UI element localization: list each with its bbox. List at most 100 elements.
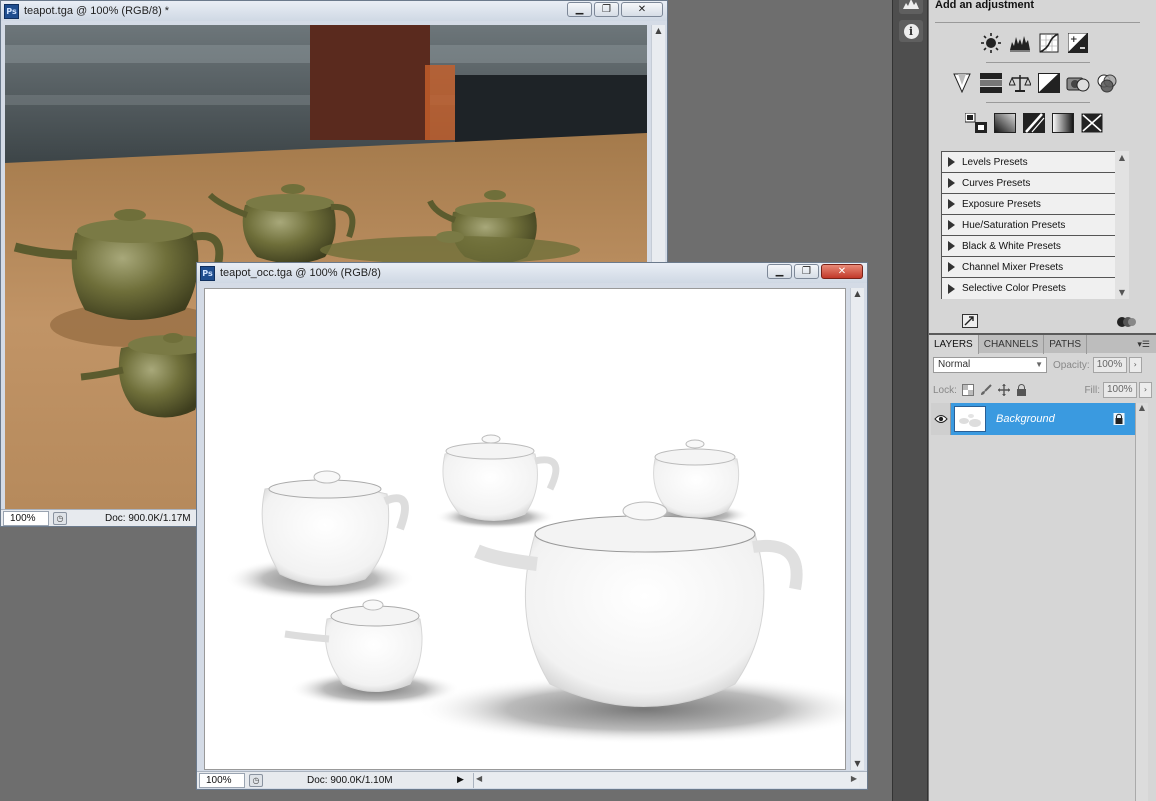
layer-name: Background: [996, 413, 1055, 425]
zoom-field[interactable]: 100%: [3, 510, 49, 526]
close-button[interactable]: ✕: [621, 2, 663, 17]
info-icon: i: [903, 23, 919, 39]
scroll-down-icon[interactable]: ▼: [1115, 288, 1129, 297]
scroll-up-icon[interactable]: ▲: [652, 25, 665, 37]
lock-label: Lock:: [933, 384, 957, 396]
eye-icon: [933, 415, 948, 423]
preset-label: Black & White Presets: [962, 240, 1061, 252]
fill-field[interactable]: 100%: [1103, 382, 1137, 398]
posterize-icon[interactable]: [993, 112, 1017, 134]
fill-label: Fill:: [1084, 384, 1100, 396]
gradient-map-icon[interactable]: [1051, 112, 1075, 134]
scroll-up-icon[interactable]: ▲: [851, 288, 864, 300]
scroll-down-icon[interactable]: ▼: [851, 758, 864, 770]
adjustments-title: Add an adjustment: [935, 0, 1035, 11]
expand-triangle-icon: [948, 157, 955, 167]
status-clock-icon[interactable]: ◷: [249, 773, 263, 787]
scroll-up-icon[interactable]: ▲: [1136, 403, 1148, 412]
adjustment-row-3: [964, 112, 1104, 134]
layer-row-background[interactable]: Background: [931, 403, 1135, 435]
close-button[interactable]: ✕: [821, 264, 863, 279]
vibrance-icon[interactable]: [950, 72, 974, 94]
status-menu-arrow-icon[interactable]: ▶: [457, 775, 469, 785]
document-window-teapot-occ[interactable]: Ps teapot_occ.tga @ 100% (RGB/8) ▁ ❐ ✕ ▲…: [196, 262, 868, 790]
tab-layers[interactable]: LAYERS: [929, 335, 979, 354]
histogram-panel-button[interactable]: [899, 0, 923, 14]
adjustments-footer: [929, 312, 1156, 332]
expand-triangle-icon: [948, 262, 955, 272]
threshold-icon[interactable]: [1022, 112, 1046, 134]
layer-item[interactable]: Background: [951, 403, 1135, 435]
levels-icon[interactable]: [1008, 32, 1032, 54]
restore-button[interactable]: ❐: [794, 264, 819, 279]
preset-label: Hue/Saturation Presets: [962, 219, 1066, 231]
preset-hue-saturation[interactable]: Hue/Saturation Presets: [942, 215, 1126, 236]
opacity-field[interactable]: 100%: [1092, 357, 1127, 373]
preset-channel-mixer[interactable]: Channel Mixer Presets: [942, 257, 1126, 278]
lock-position-move-icon[interactable]: [997, 383, 1011, 397]
window-title: teapot_occ.tga @ 100% (RGB/8): [220, 267, 381, 279]
document-canvas[interactable]: [204, 288, 846, 770]
horizontal-scrollbar[interactable]: ◀ ▶: [473, 772, 859, 788]
presets-scrollbar[interactable]: ▲ ▼: [1115, 151, 1129, 299]
minimize-button[interactable]: ▁: [767, 264, 792, 279]
preset-label: Channel Mixer Presets: [962, 261, 1064, 273]
blend-options-row: Normal ▼ Opacity: 100% ›: [933, 356, 1152, 374]
layers-scrollbar[interactable]: ▲: [1135, 403, 1148, 801]
divider: [986, 62, 1090, 63]
restore-button[interactable]: ❐: [594, 2, 619, 17]
status-clock-icon[interactable]: ◷: [53, 511, 67, 525]
layer-lock-icon: [1113, 413, 1125, 425]
panel-dock: Add an adjustment + Levels Presets Curve…: [929, 0, 1156, 801]
opacity-label: Opacity:: [1053, 359, 1090, 371]
chevron-down-icon: ▼: [1035, 360, 1043, 369]
panel-menu-icon[interactable]: ▾☰: [1137, 335, 1150, 354]
preset-levels[interactable]: Levels Presets: [942, 152, 1126, 173]
preset-exposure[interactable]: Exposure Presets: [942, 194, 1126, 215]
photo-filter-icon[interactable]: [1066, 72, 1090, 94]
layer-visibility-toggle[interactable]: [931, 403, 951, 435]
preset-label: Exposure Presets: [962, 198, 1041, 210]
lock-transparency-icon[interactable]: [961, 383, 975, 397]
preset-label: Selective Color Presets: [962, 283, 1066, 294]
color-balance-icon[interactable]: [1008, 72, 1032, 94]
preset-label: Levels Presets: [962, 156, 1028, 168]
tab-channels[interactable]: CHANNELS: [979, 335, 1045, 354]
hue-saturation-icon[interactable]: [979, 72, 1003, 94]
curves-icon[interactable]: [1037, 32, 1061, 54]
channel-mixer-icon[interactable]: [1095, 72, 1119, 94]
visibility-toggle-icon[interactable]: [1116, 315, 1136, 332]
lock-options-row: Lock: Fill: 100% ›: [933, 381, 1152, 399]
vertical-scrollbar[interactable]: ▲ ▼: [850, 288, 864, 770]
brightness-contrast-icon[interactable]: [979, 32, 1003, 54]
preset-selective-color[interactable]: Selective Color Presets: [942, 278, 1126, 299]
adjustment-row-1: +: [979, 32, 1090, 54]
svg-text:+: +: [1070, 35, 1078, 45]
expand-triangle-icon: [948, 199, 955, 209]
window-titlebar[interactable]: Ps teapot.tga @ 100% (RGB/8) * ▁ ❐ ✕: [1, 1, 667, 21]
lock-all-icon[interactable]: [1015, 383, 1029, 397]
expand-view-icon[interactable]: [962, 314, 978, 328]
blend-mode-select[interactable]: Normal ▼: [933, 357, 1047, 373]
blend-mode-value: Normal: [938, 359, 971, 370]
minimize-button[interactable]: ▁: [567, 2, 592, 17]
adjustment-row-2: [950, 72, 1119, 94]
photoshop-logo-icon: Ps: [4, 3, 19, 19]
black-white-icon[interactable]: [1037, 72, 1061, 94]
scroll-right-icon[interactable]: ▶: [851, 774, 857, 783]
preset-black-white[interactable]: Black & White Presets: [942, 236, 1126, 257]
status-bar: 100% ◷ Doc: 900.0K/1.10M ▶ ◀ ▶: [197, 771, 867, 788]
scroll-left-icon[interactable]: ◀: [476, 774, 482, 783]
info-panel-button[interactable]: i: [899, 20, 923, 42]
fill-slider-arrow-icon[interactable]: ›: [1139, 382, 1152, 398]
preset-curves[interactable]: Curves Presets: [942, 173, 1126, 194]
lock-pixels-brush-icon[interactable]: [979, 383, 993, 397]
invert-icon[interactable]: [964, 112, 988, 134]
zoom-field[interactable]: 100%: [199, 772, 245, 788]
scroll-up-icon[interactable]: ▲: [1115, 153, 1129, 162]
window-titlebar[interactable]: Ps teapot_occ.tga @ 100% (RGB/8) ▁ ❐ ✕: [197, 263, 867, 283]
selective-color-icon[interactable]: [1080, 112, 1104, 134]
exposure-icon[interactable]: +: [1066, 32, 1090, 54]
tab-paths[interactable]: PATHS: [1044, 335, 1088, 354]
opacity-slider-arrow-icon[interactable]: ›: [1128, 357, 1142, 373]
